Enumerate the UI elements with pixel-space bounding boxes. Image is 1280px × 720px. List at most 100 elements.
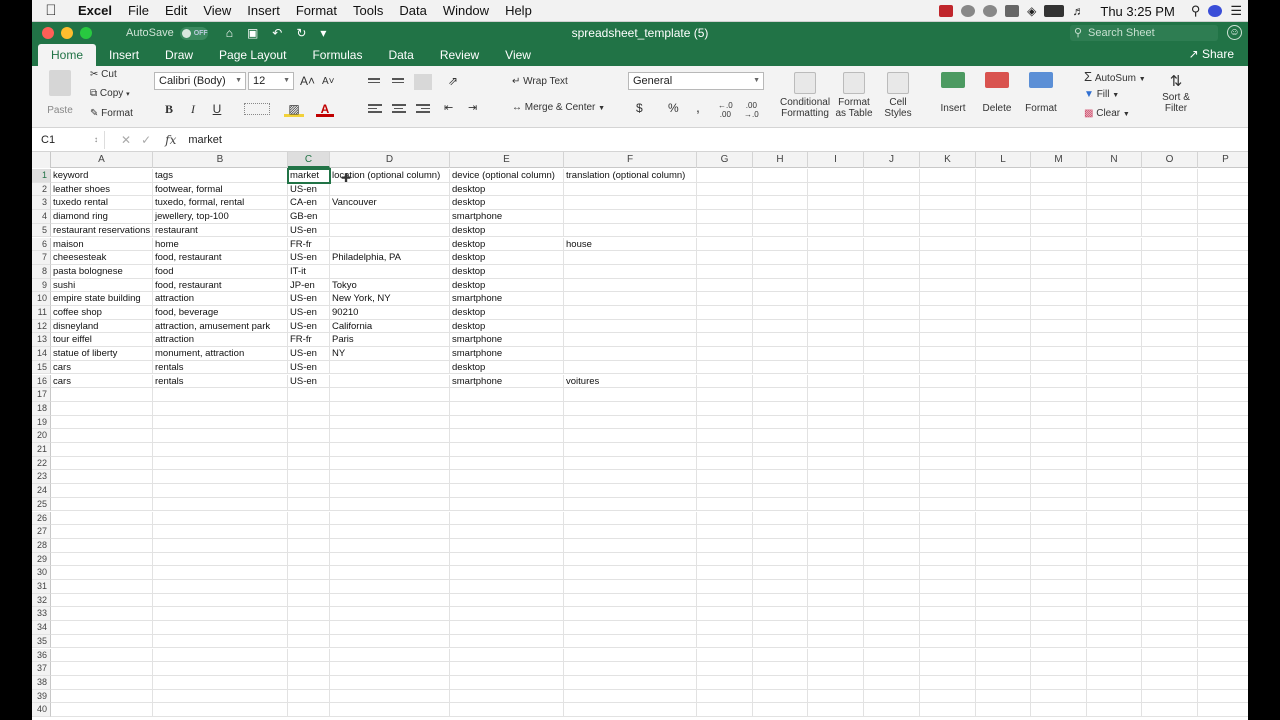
cell[interactable] (330, 511, 450, 526)
cell[interactable] (51, 538, 153, 553)
autosum-button[interactable]: Σ AutoSum ▼ (1084, 69, 1146, 84)
cell[interactable] (808, 333, 864, 348)
row-header[interactable]: 5 (32, 223, 51, 238)
cell[interactable] (1142, 388, 1198, 402)
cell[interactable] (288, 566, 330, 580)
cell[interactable] (864, 169, 920, 183)
customize-toolbar-icon[interactable]: ▾ (320, 26, 326, 40)
cell[interactable] (153, 484, 288, 498)
cell[interactable] (1031, 662, 1087, 676)
cell[interactable] (864, 580, 920, 594)
cell[interactable] (153, 634, 288, 649)
cell[interactable] (976, 607, 1031, 622)
cell[interactable] (808, 607, 864, 622)
cell[interactable] (330, 237, 450, 252)
cell[interactable] (153, 662, 288, 676)
cell[interactable] (564, 401, 697, 416)
cell[interactable]: New York, NY (330, 292, 450, 306)
cell[interactable] (450, 566, 564, 580)
cell[interactable] (1142, 210, 1198, 224)
cell[interactable] (1087, 333, 1142, 348)
cell[interactable] (920, 374, 976, 389)
cell[interactable] (1031, 223, 1087, 238)
cell[interactable] (564, 388, 697, 402)
cell[interactable] (976, 210, 1031, 224)
cell[interactable] (1087, 470, 1142, 485)
column-header-i[interactable]: I (808, 152, 864, 168)
name-box[interactable]: C1 ↕ (35, 130, 105, 149)
cell[interactable]: cars (51, 374, 153, 389)
cell[interactable] (753, 689, 808, 704)
cell[interactable] (920, 621, 976, 635)
cell[interactable] (1198, 251, 1248, 265)
cell[interactable] (697, 689, 753, 704)
row-header[interactable]: 6 (32, 237, 51, 252)
shield-icon[interactable] (961, 5, 976, 17)
cell[interactable] (1087, 511, 1142, 526)
close-window-icon[interactable] (42, 27, 54, 39)
cell[interactable] (288, 552, 330, 567)
cell[interactable] (1031, 388, 1087, 402)
cell[interactable] (1142, 552, 1198, 567)
cell[interactable] (920, 689, 976, 704)
cell[interactable] (976, 223, 1031, 238)
tab-insert[interactable]: Insert (96, 44, 152, 66)
cell[interactable] (450, 703, 564, 717)
column-header-h[interactable]: H (753, 152, 808, 168)
cell[interactable] (153, 621, 288, 635)
cell[interactable] (864, 538, 920, 553)
cell[interactable] (753, 415, 808, 430)
row-header[interactable]: 18 (32, 401, 51, 416)
cell[interactable] (697, 429, 753, 443)
cell[interactable] (1031, 566, 1087, 580)
cell[interactable] (564, 484, 697, 498)
cell[interactable] (753, 237, 808, 252)
cell[interactable] (1087, 360, 1142, 375)
cell[interactable] (976, 196, 1031, 211)
cell[interactable] (753, 580, 808, 594)
cell[interactable] (564, 634, 697, 649)
cell[interactable] (1198, 470, 1248, 485)
cell[interactable] (864, 566, 920, 580)
cell[interactable] (51, 484, 153, 498)
cell[interactable] (808, 511, 864, 526)
cell[interactable] (1142, 169, 1198, 183)
cell[interactable]: smartphone (450, 374, 564, 389)
cell[interactable]: tags (153, 169, 288, 183)
cell[interactable]: tuxedo rental (51, 196, 153, 211)
column-header-g[interactable]: G (697, 152, 753, 168)
cell[interactable] (1087, 484, 1142, 498)
cell[interactable] (1087, 374, 1142, 389)
cell[interactable] (976, 703, 1031, 717)
cell[interactable]: desktop (450, 360, 564, 375)
cell[interactable] (450, 552, 564, 567)
row-header[interactable]: 16 (32, 374, 51, 389)
cell[interactable] (564, 223, 697, 238)
cell[interactable] (1087, 223, 1142, 238)
cell[interactable] (753, 292, 808, 306)
cell[interactable] (808, 456, 864, 471)
redo-icon[interactable]: ↻ (296, 26, 306, 40)
cell[interactable] (808, 593, 864, 608)
row-header[interactable]: 22 (32, 456, 51, 471)
cell[interactable] (753, 388, 808, 402)
cell[interactable]: footwear, formal (153, 182, 288, 197)
fill-color-button[interactable]: ▨ (284, 101, 304, 117)
cell[interactable] (1198, 594, 1248, 608)
maximize-window-icon[interactable] (80, 27, 92, 39)
cell[interactable] (1142, 662, 1198, 676)
cell[interactable] (920, 237, 976, 252)
cell[interactable] (1087, 251, 1142, 265)
cell[interactable] (976, 552, 1031, 567)
cell[interactable] (330, 552, 450, 567)
cell[interactable] (697, 538, 753, 553)
cell[interactable] (808, 223, 864, 238)
cell[interactable] (753, 538, 808, 553)
cell[interactable] (1087, 580, 1142, 594)
cell[interactable] (976, 264, 1031, 279)
cell[interactable] (976, 360, 1031, 375)
row-header[interactable]: 32 (32, 593, 51, 608)
cell[interactable] (697, 292, 753, 306)
cell[interactable] (920, 196, 976, 211)
cell[interactable] (1142, 347, 1198, 361)
